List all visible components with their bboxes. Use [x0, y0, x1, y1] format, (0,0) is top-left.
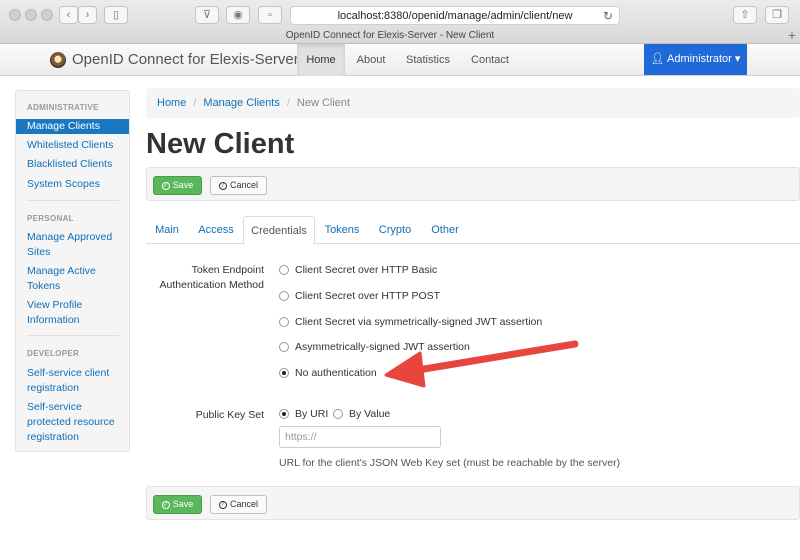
cancel-button-label: Cancel: [229, 180, 258, 190]
lock-extension-icon[interactable]: ▫: [258, 6, 282, 24]
radio-button[interactable]: [279, 342, 289, 352]
sidebar-item-system-scopes[interactable]: System Scopes: [27, 177, 127, 192]
sidebar-item-profile-information[interactable]: View Profile Information: [27, 298, 127, 328]
save-button[interactable]: ✓ Save: [153, 495, 202, 514]
breadcrumb-separator: /: [193, 97, 197, 109]
ban-icon: /: [218, 181, 227, 190]
brand[interactable]: OpenID Connect for Elexis-Server: [50, 51, 299, 68]
sidebar-header-administrative: ADMINISTRATIVE: [27, 103, 99, 112]
tab-access[interactable]: Access: [190, 216, 242, 244]
tab-credentials[interactable]: Credentials: [243, 216, 315, 245]
tab-main[interactable]: Main: [146, 216, 188, 244]
radio-button[interactable]: [279, 317, 289, 327]
sidebar-item-approved-sites[interactable]: Manage Approved Sites: [27, 230, 127, 260]
auth-option-asymmetric-jwt[interactable]: Asymmetrically-signed JWT assertion: [279, 341, 470, 353]
cancel-button-label: Cancel: [229, 499, 258, 509]
top-action-bar: ✓ Save / Cancel: [146, 167, 800, 201]
new-tab-icon[interactable]: +: [788, 27, 796, 43]
brand-logo-icon: [50, 51, 66, 68]
sidebar-item-client-registration[interactable]: Self-service client registration: [27, 366, 127, 396]
breadcrumb-manage-clients[interactable]: Manage Clients: [203, 97, 279, 109]
save-button-label: Save: [172, 499, 194, 509]
share-icon[interactable]: ⇧: [733, 6, 757, 24]
auth-option-label: Client Secret over HTTP POST: [295, 290, 441, 302]
admin-menu-label: Administrator: [667, 53, 732, 65]
sidebar-item-active-tokens[interactable]: Manage Active Tokens: [27, 264, 127, 294]
sidebar: ADMINISTRATIVE Manage Clients Whiteliste…: [15, 90, 130, 452]
sidebar-item-resource-registration[interactable]: Self-service protected resource registra…: [27, 400, 127, 445]
cancel-button[interactable]: / Cancel: [210, 176, 267, 195]
tab-tokens[interactable]: Tokens: [317, 216, 367, 244]
key-option-uri[interactable]: By URI: [279, 408, 328, 420]
auth-option-label: No authentication: [295, 367, 377, 379]
sidebar-item-manage-clients[interactable]: Manage Clients: [16, 119, 129, 134]
breadcrumb-separator: /: [286, 97, 290, 109]
zoom-window-button[interactable]: [41, 9, 53, 21]
nav-statistics[interactable]: Statistics: [397, 44, 459, 76]
radio-button-selected[interactable]: [279, 368, 289, 378]
key-option-label: By URI: [295, 408, 329, 420]
sidebar-item-whitelisted-clients[interactable]: Whitelisted Clients: [27, 138, 127, 153]
auth-option-none[interactable]: No authentication: [279, 367, 377, 379]
check-circle-icon: ✓: [161, 181, 170, 190]
sidebar-divider: [27, 335, 119, 336]
radio-button[interactable]: [279, 265, 289, 275]
radio-button-selected[interactable]: [279, 409, 289, 419]
minimize-window-button[interactable]: [25, 9, 37, 21]
cancel-button[interactable]: / Cancel: [210, 495, 267, 514]
auth-option-label: Client Secret over HTTP Basic: [295, 264, 438, 276]
auth-option-symmetric-jwt[interactable]: Client Secret via symmetrically-signed J…: [279, 316, 542, 328]
jwks-help-text: URL for the client's JSON Web Key set (m…: [279, 457, 621, 469]
sidebar-header-personal: PERSONAL: [27, 214, 74, 223]
auth-option-post[interactable]: Client Secret over HTTP POST: [279, 290, 440, 302]
close-window-button[interactable]: [9, 9, 21, 21]
forward-icon[interactable]: ›: [78, 6, 97, 24]
tabs-overview-icon[interactable]: ❐: [765, 6, 789, 24]
url-text: localhost:8380/openid/manage/admin/clien…: [337, 10, 573, 22]
admin-menu-button[interactable]: 👤︎ Administrator ▾: [644, 44, 747, 75]
save-button[interactable]: ✓ Save: [153, 176, 202, 195]
sidebar-divider: [27, 200, 119, 201]
public-key-label: Public Key Set: [195, 409, 264, 421]
caret-down-icon: ▾: [734, 53, 741, 65]
radio-button[interactable]: [333, 409, 343, 419]
key-option-value[interactable]: By Value: [333, 408, 390, 420]
tab-other[interactable]: Other: [423, 216, 467, 244]
token-auth-label: Token Endpoint Authentication Method: [159, 264, 265, 291]
back-icon[interactable]: ‹: [59, 6, 78, 24]
tab-bar: Main Access Credentials Tokens Crypto Ot…: [146, 216, 800, 245]
sidebar-header-developer: DEVELOPER: [27, 349, 80, 358]
ban-icon: /: [218, 500, 227, 509]
nav-contact[interactable]: Contact: [462, 44, 518, 76]
sidebar-toggle-icon[interactable]: ▯: [104, 6, 128, 24]
top-navbar: OpenID Connect for Elexis-Server Home Ab…: [0, 44, 800, 76]
pocket-icon[interactable]: ⊽: [195, 6, 219, 24]
breadcrumb-home[interactable]: Home: [157, 97, 186, 109]
bottom-action-bar: ✓ Save / Cancel: [146, 486, 800, 520]
auth-option-basic[interactable]: Client Secret over HTTP Basic: [279, 264, 437, 276]
radio-button[interactable]: [279, 291, 289, 301]
page-title: New Client: [146, 128, 295, 160]
sidebar-item-blacklisted-clients[interactable]: Blacklisted Clients: [27, 157, 127, 172]
auth-option-label: Asymmetrically-signed JWT assertion: [295, 341, 470, 353]
breadcrumb: Home / Manage Clients / New Client: [146, 88, 800, 118]
user-icon: 👤︎: [650, 53, 665, 65]
browser-toolbar: ‹ › ▯ ⊽ ◉ ▫ localhost:8380/openid/manage…: [0, 0, 800, 44]
tab-title[interactable]: OpenID Connect for Elexis-Server - New C…: [0, 30, 780, 41]
auth-option-label: Client Secret via symmetrically-signed J…: [295, 316, 543, 328]
address-bar[interactable]: localhost:8380/openid/manage/admin/clien…: [290, 6, 620, 25]
check-circle-icon: ✓: [161, 500, 170, 509]
reload-icon[interactable]: ↻: [603, 9, 613, 23]
save-button-label: Save: [172, 180, 194, 190]
nav-home[interactable]: Home: [297, 44, 345, 76]
brand-name: OpenID Connect for Elexis-Server: [72, 51, 299, 68]
breadcrumb-current: New Client: [296, 97, 351, 109]
key-option-label: By Value: [349, 408, 391, 420]
jwks-uri-input[interactable]: [279, 426, 441, 448]
tab-crypto[interactable]: Crypto: [369, 216, 421, 244]
nav-about[interactable]: About: [348, 44, 394, 76]
extension-icon[interactable]: ◉: [226, 6, 250, 24]
